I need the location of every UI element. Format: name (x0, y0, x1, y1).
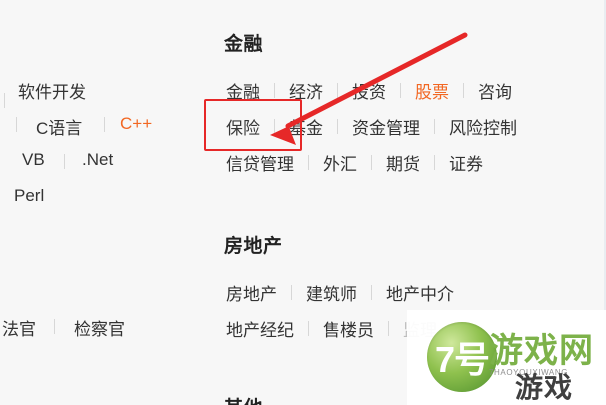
separator (400, 83, 401, 98)
link-sales-agent[interactable]: 售楼员 (323, 316, 374, 341)
left-separator (16, 117, 17, 132)
link-risk-control[interactable]: 风险控制 (449, 114, 517, 139)
link-fund-management[interactable]: 资金管理 (352, 114, 420, 139)
separator (274, 83, 275, 98)
separator (337, 119, 338, 134)
left-separator (54, 319, 55, 334)
link-real-estate-agent[interactable]: 地产中介 (386, 280, 454, 305)
left-link-perl[interactable]: Perl (14, 186, 44, 206)
finance-title: 金融 (224, 34, 264, 55)
separator (434, 119, 435, 134)
link-real-estate[interactable]: 房地产 (226, 280, 277, 305)
separator (291, 285, 292, 300)
separator (388, 321, 389, 336)
separator (371, 285, 372, 300)
left-link-c-language[interactable]: C语言 (36, 114, 82, 139)
finance-row-3: 信贷管理 外汇 期货 证券 (226, 150, 483, 175)
real-estate-row-2: 地产经纪 售楼员 监理 (226, 316, 437, 341)
highlight-box (204, 99, 302, 151)
watermark-game: 游戏 (515, 372, 574, 403)
link-credit-management[interactable]: 信贷管理 (226, 150, 294, 175)
left-link-software-dev[interactable]: 软件开发 (18, 78, 86, 103)
left-link-judge[interactable]: 法官 (2, 315, 36, 340)
category-page: 软件开发 C语言 C++ VB .Net Perl 法官 检察官 金融 金融 经… (0, 0, 606, 405)
real-estate-row-1: 房地产 建筑师 地产中介 (226, 280, 454, 305)
separator (371, 155, 372, 170)
left-separator (64, 154, 65, 169)
real-estate-title: 房地产 (224, 236, 283, 257)
other-title: 其他 (224, 393, 263, 405)
separator (308, 155, 309, 170)
watermark: 7号 游戏网 7HAOYOUXIWANG 游戏 (407, 310, 606, 405)
separator (434, 155, 435, 170)
link-investment[interactable]: 投资 (352, 78, 386, 103)
link-securities[interactable]: 证券 (449, 150, 483, 175)
link-forex[interactable]: 外汇 (323, 150, 357, 175)
watermark-title: 游戏网 (489, 332, 594, 370)
link-stocks[interactable]: 股票 (415, 78, 449, 103)
link-futures[interactable]: 期货 (386, 150, 420, 175)
link-consulting[interactable]: 咨询 (478, 78, 512, 103)
left-link-dotnet[interactable]: .Net (82, 150, 113, 170)
separator (337, 83, 338, 98)
left-separator (4, 93, 5, 108)
separator (463, 83, 464, 98)
left-separator (104, 117, 105, 132)
watermark-badge: 7号 (427, 322, 497, 392)
link-architect[interactable]: 建筑师 (306, 280, 357, 305)
left-link-prosecutor[interactable]: 检察官 (74, 315, 125, 340)
left-link-vb[interactable]: VB (22, 150, 45, 170)
link-estate-broker[interactable]: 地产经纪 (226, 316, 294, 341)
left-link-cpp[interactable]: C++ (120, 114, 152, 134)
separator (308, 321, 309, 336)
